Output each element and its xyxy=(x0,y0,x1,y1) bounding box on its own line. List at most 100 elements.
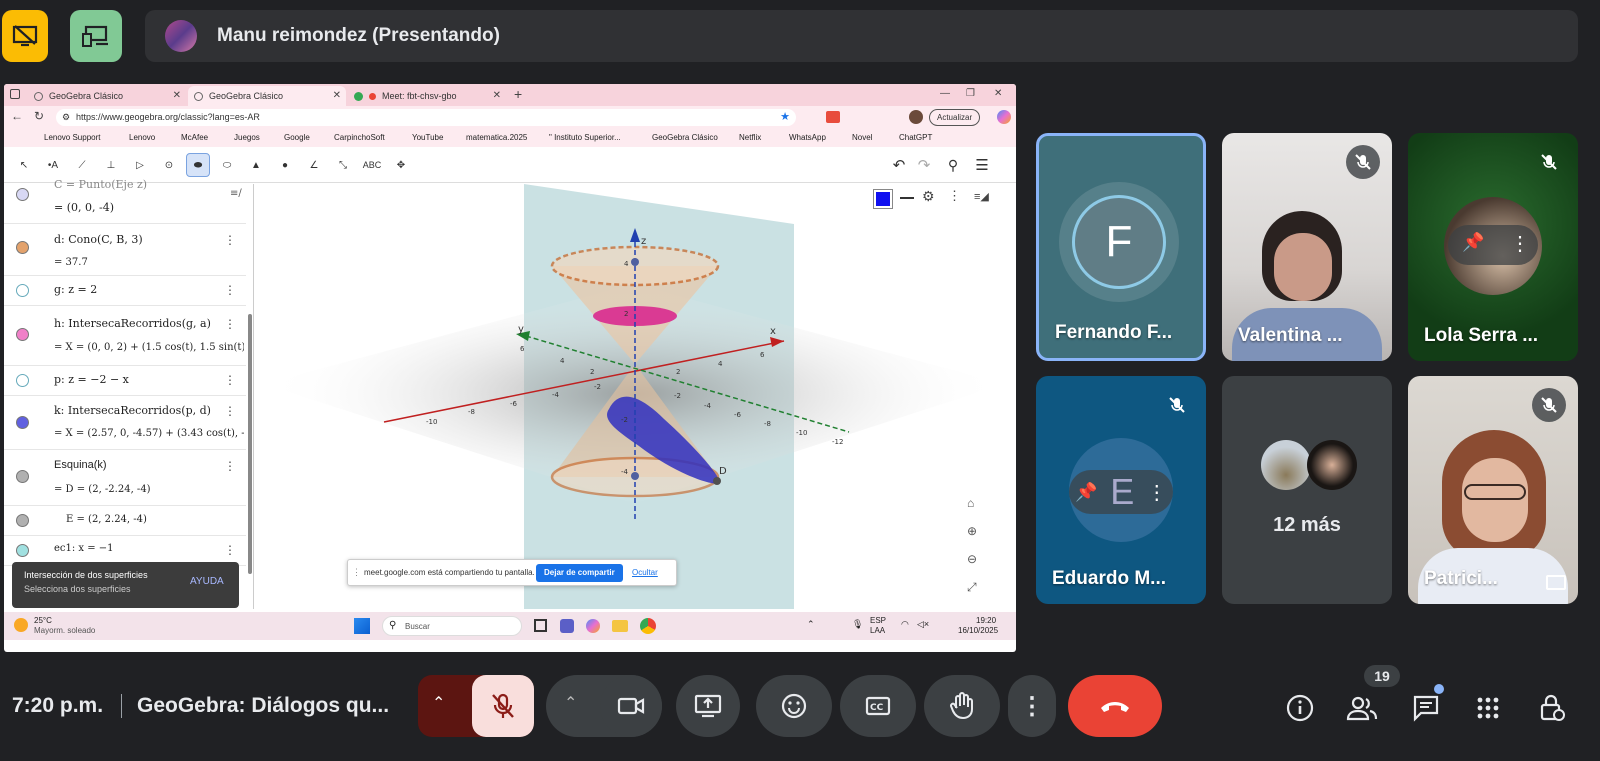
more-options-button[interactable]: ⋮ xyxy=(1008,675,1056,737)
algebra-row[interactable]: d: Cono(C, B, 3) = 37.7 ⋮ xyxy=(4,224,246,276)
settings-icon[interactable]: ⚙ xyxy=(922,188,935,205)
redo-icon[interactable]: ↷ xyxy=(912,153,936,177)
leave-call-button[interactable] xyxy=(1068,675,1162,737)
visibility-toggle[interactable] xyxy=(16,416,29,429)
bookmark-star-icon[interactable]: ★ xyxy=(780,109,790,126)
sphere-tool-icon[interactable]: ● xyxy=(273,153,297,177)
plane-tool-icon[interactable]: ⬭ xyxy=(215,153,239,177)
people-button[interactable] xyxy=(1342,688,1382,728)
menu-icon[interactable]: ☰ xyxy=(970,153,994,177)
volume-icon[interactable]: ◁× xyxy=(917,619,929,630)
participant-tile[interactable]: Valentina ... xyxy=(1222,133,1392,361)
audio-options-chevron-icon[interactable]: ⌃ xyxy=(432,693,445,713)
more-icon[interactable]: ⋮ xyxy=(948,188,961,204)
zoom-out-icon[interactable]: ⊖ xyxy=(967,552,977,566)
bookmark[interactable]: Google xyxy=(284,133,310,142)
toast-help-link[interactable]: AYUDA xyxy=(190,576,224,587)
move-view-tool-icon[interactable]: ✥ xyxy=(389,153,413,177)
teams-icon[interactable] xyxy=(560,619,574,633)
close-tab-icon[interactable]: ✕ xyxy=(493,90,501,101)
pin-icon[interactable]: 📌 xyxy=(1462,232,1484,253)
url-field[interactable]: ⚙ https://www.geogebra.org/classic?lang=… xyxy=(56,109,796,126)
participant-tile[interactable]: 📌 E ⋮ Eduardo M... xyxy=(1036,376,1206,604)
algebra-row[interactable]: C = Punto(Eje z) = (0, 0, -4) xyxy=(4,178,246,224)
pyramid-tool-icon[interactable]: ▲ xyxy=(244,153,268,177)
mic-in-use-icon[interactable]: 🎙 xyxy=(852,619,863,630)
mic-toggle-button[interactable] xyxy=(472,675,534,737)
zoom-in-icon[interactable]: ⊕ xyxy=(967,524,977,538)
bookmark[interactable]: McAfee xyxy=(181,133,208,142)
browser-tab-active[interactable]: GeoGebra Clásico ✕ xyxy=(188,86,346,106)
weather-icon[interactable] xyxy=(14,618,28,632)
participant-tile[interactable]: Patrici... xyxy=(1408,376,1578,604)
profile-avatar[interactable] xyxy=(909,110,923,124)
camera-toggle-button[interactable] xyxy=(600,675,662,737)
tray-chevron-icon[interactable]: ⌃ xyxy=(807,619,815,630)
close-tab-icon[interactable]: ✕ xyxy=(173,90,181,101)
bookmark[interactable]: ChatGPT xyxy=(899,133,932,142)
algebra-row[interactable]: k: IntersecaRecorridos(p, d) = X = (2.57… xyxy=(4,396,246,450)
reactions-button[interactable] xyxy=(756,675,832,737)
browser-tab[interactable]: Meet: fbt-chsv-gbo ✕ xyxy=(348,86,506,106)
task-view-icon[interactable] xyxy=(534,619,547,632)
update-button[interactable]: Actualizar xyxy=(929,109,981,126)
extension-icon[interactable] xyxy=(826,111,840,123)
more-options-icon[interactable]: ⋮ xyxy=(224,233,236,247)
algebra-row[interactable]: h: IntersecaRecorridos(g, a) = X = (0, 0… xyxy=(4,306,246,366)
search-icon[interactable]: ⚲ xyxy=(941,153,965,177)
graphics-3d-view[interactable]: x y z D -10 -8 -6 -4 -2 2 4 6 6 4 2 -2 -… xyxy=(264,184,1016,609)
angle-tool-icon[interactable]: ∠ xyxy=(302,153,326,177)
home-view-icon[interactable]: ⌂ xyxy=(967,496,974,510)
algebra-view-toggle-icon[interactable]: ≡/ xyxy=(230,188,242,199)
reflect-tool-icon[interactable]: ⤡ xyxy=(331,153,355,177)
bookmark[interactable]: YouTube xyxy=(412,133,443,142)
tab-search-icon[interactable] xyxy=(10,89,20,99)
more-options-icon[interactable]: ⋮ xyxy=(224,373,236,387)
copilot-icon[interactable] xyxy=(586,619,600,633)
visibility-toggle[interactable] xyxy=(16,284,29,297)
stop-presenting-button[interactable] xyxy=(2,10,48,62)
meeting-title[interactable]: GeoGebra: Diálogos qu... xyxy=(137,694,389,718)
chat-button[interactable] xyxy=(1406,684,1446,728)
activities-button[interactable] xyxy=(1468,688,1508,728)
participant-tile[interactable]: F Fernando F... xyxy=(1036,133,1206,361)
clock-date[interactable]: 16/10/2025 xyxy=(958,626,998,635)
start-icon[interactable] xyxy=(354,618,370,634)
visibility-toggle[interactable] xyxy=(16,374,29,387)
shared-screen[interactable]: GeoGebra Clásico ✕ GeoGebra Clásico ✕ Me… xyxy=(4,84,1016,652)
visibility-toggle[interactable] xyxy=(16,188,29,201)
clock-time[interactable]: 19:20 xyxy=(976,616,996,625)
algebra-scrollbar[interactable] xyxy=(248,314,252,574)
line-style-icon[interactable] xyxy=(900,197,914,199)
algebra-row[interactable]: p: z = −2 − x ⋮ xyxy=(4,366,246,396)
raise-hand-button[interactable] xyxy=(924,675,1000,737)
more-options-icon[interactable]: ⋮ xyxy=(1510,231,1530,256)
bookmark[interactable]: CarpinchoSoft xyxy=(334,133,385,142)
move-tool-icon[interactable]: ↖ xyxy=(12,153,36,177)
algebra-row[interactable]: g: z = 2 ⋮ xyxy=(4,276,246,306)
drag-handle-icon[interactable]: ⋮ xyxy=(352,567,361,578)
bookmark[interactable]: Netflix xyxy=(739,133,761,142)
undo-icon[interactable]: ↶ xyxy=(887,153,911,177)
video-options-chevron-icon[interactable]: ⌃ xyxy=(564,693,577,713)
meeting-details-button[interactable] xyxy=(1280,688,1320,728)
host-controls-button[interactable] xyxy=(1532,688,1572,728)
present-screen-button[interactable] xyxy=(676,675,740,737)
reload-icon[interactable]: ↻ xyxy=(34,109,44,123)
close-window-icon[interactable]: ✕ xyxy=(994,88,1002,99)
picture-in-picture-icon[interactable] xyxy=(1546,575,1566,590)
circle-tool-icon[interactable]: ⊙ xyxy=(157,153,181,177)
file-explorer-icon[interactable] xyxy=(612,620,628,632)
more-options-icon[interactable]: ⋮ xyxy=(224,317,236,331)
participant-tile[interactable]: 📌 ⋮ Lola Serra ... xyxy=(1408,133,1578,361)
more-options-icon[interactable]: ⋮ xyxy=(224,543,236,557)
bookmark[interactable]: Novel xyxy=(852,133,872,142)
bookmark[interactable]: matematica.2025 xyxy=(466,133,527,142)
visibility-toggle[interactable] xyxy=(16,328,29,341)
browser-tab[interactable]: GeoGebra Clásico ✕ xyxy=(28,86,186,106)
visibility-toggle[interactable] xyxy=(16,470,29,483)
more-participants-tile[interactable]: 12 más xyxy=(1222,376,1392,604)
hide-share-notice-link[interactable]: Ocultar xyxy=(632,568,658,577)
bookmark[interactable]: " Instituto Superior... xyxy=(549,133,621,142)
more-options-icon[interactable]: ⋮ xyxy=(224,459,236,473)
